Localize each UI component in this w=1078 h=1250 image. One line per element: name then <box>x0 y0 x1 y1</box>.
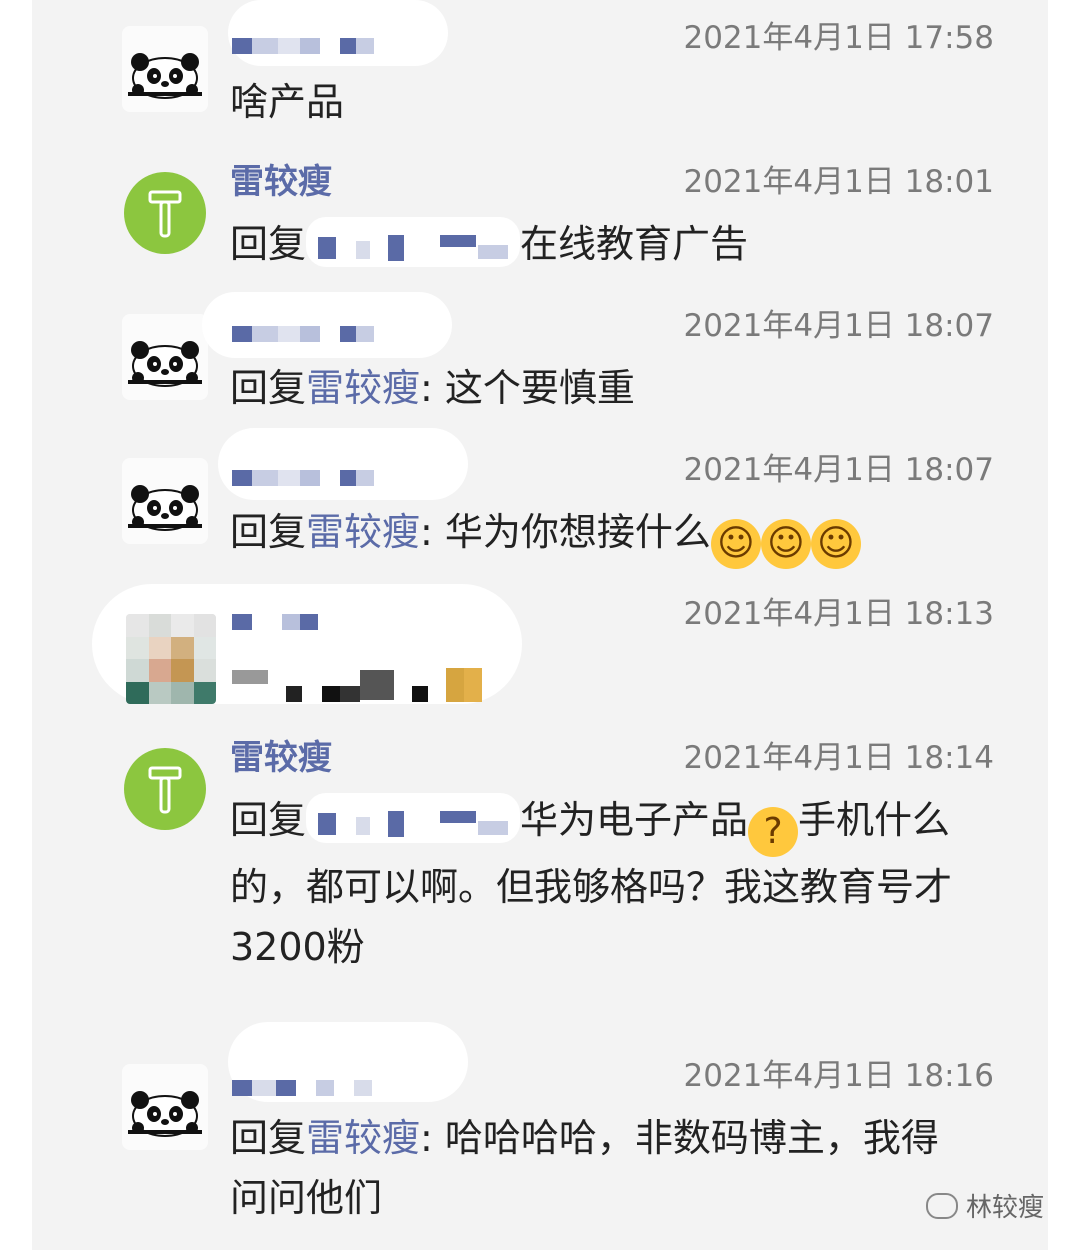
thinking-emoji-icon: ? <box>748 807 799 857</box>
panda-avatar-icon[interactable] <box>122 314 208 400</box>
reply-prefix: 回复 <box>230 222 307 266</box>
reply-prefix: 回复 <box>230 510 307 554</box>
message-time: 2021年4月1日 18:14 <box>683 740 994 776</box>
message-text: 回复雷较瘦: 哈哈哈哈，非数码博主，我得 问问他们 <box>230 1108 1020 1228</box>
reply-prefix: 回复 <box>230 798 307 842</box>
message-time: 2021年4月1日 18:07 <box>683 308 994 344</box>
chat-panel: 2021年4月1日 17:58 啥产品 雷较瘦 2021年4月1日 18:01 … <box>32 0 1048 1250</box>
message-body: : 华为你想接什么 <box>420 510 711 554</box>
message-time: 2021年4月1日 18:16 <box>683 1058 994 1094</box>
pixelated-name <box>232 326 374 342</box>
laugh-emoji-icon: ☺ <box>760 519 811 569</box>
redacted-name <box>218 428 468 500</box>
message-time: 2021年4月1日 18:07 <box>683 452 994 488</box>
mention[interactable]: 雷较瘦 <box>306 510 420 554</box>
watermark-text: 林较瘦 <box>965 1193 1044 1223</box>
message-text: 回复 在线教育广告 <box>230 214 1020 274</box>
message-body: : 这个要慎重 <box>420 366 635 410</box>
hammer-icon[interactable] <box>124 172 206 254</box>
message-body: 手机什么 <box>798 798 951 842</box>
sender-name[interactable]: 雷较瘦 <box>230 162 332 202</box>
message-text: 啥产品 <box>230 80 345 124</box>
message-body: 在线教育广告 <box>520 222 749 266</box>
sender-name[interactable]: 雷较瘦 <box>230 738 332 778</box>
message-text: 回复雷较瘦: 华为你想接什么 ☺ ☺ ☺ <box>230 502 1020 569</box>
pixelated-name <box>232 1080 372 1096</box>
watermark: 林较瘦 <box>925 1187 1044 1224</box>
message-body: 华为电子产品 <box>520 798 749 842</box>
panda-avatar-icon[interactable] <box>122 458 208 544</box>
mention[interactable]: 雷较瘦 <box>306 1116 420 1160</box>
message-body: 问问他们 <box>230 1176 383 1220</box>
redacted-name <box>306 217 521 267</box>
panda-avatar-icon[interactable] <box>122 26 208 112</box>
wechat-icon <box>925 1193 958 1219</box>
pixelated-message <box>232 666 482 706</box>
message-body: 3200粉 <box>230 925 365 969</box>
reply-prefix: 回复 <box>230 366 307 410</box>
message-time: 2021年4月1日 18:01 <box>683 164 994 200</box>
redacted-name <box>202 292 452 358</box>
redacted-name <box>228 0 448 66</box>
message-text: 回复雷较瘦: 这个要慎重 <box>230 358 1020 418</box>
hammer-icon[interactable] <box>124 748 206 830</box>
laugh-emoji-icon: ☺ <box>710 519 761 569</box>
pixelated-name <box>232 470 374 486</box>
panda-avatar-icon[interactable] <box>122 1064 208 1150</box>
message-time: 2021年4月1日 17:58 <box>683 20 994 56</box>
mention[interactable]: 雷较瘦 <box>306 366 420 410</box>
avatar[interactable] <box>126 614 216 704</box>
message-body: 的，都可以啊。但我够格吗？我这教育号才 <box>230 865 953 909</box>
message-body: : 哈哈哈哈，非数码博主，我得 <box>420 1116 939 1160</box>
message-text: 回复 华为电子产品? 手机什么 的，都可以啊。但我够格吗？我这教育号才 3200粉 <box>230 790 1020 977</box>
reply-prefix: 回复 <box>230 1116 307 1160</box>
pixelated-name <box>232 614 318 630</box>
redacted-name <box>306 793 521 843</box>
message-time: 2021年4月1日 18:13 <box>683 596 994 632</box>
laugh-emoji-icon: ☺ <box>810 519 861 569</box>
pixelated-name <box>232 38 374 54</box>
